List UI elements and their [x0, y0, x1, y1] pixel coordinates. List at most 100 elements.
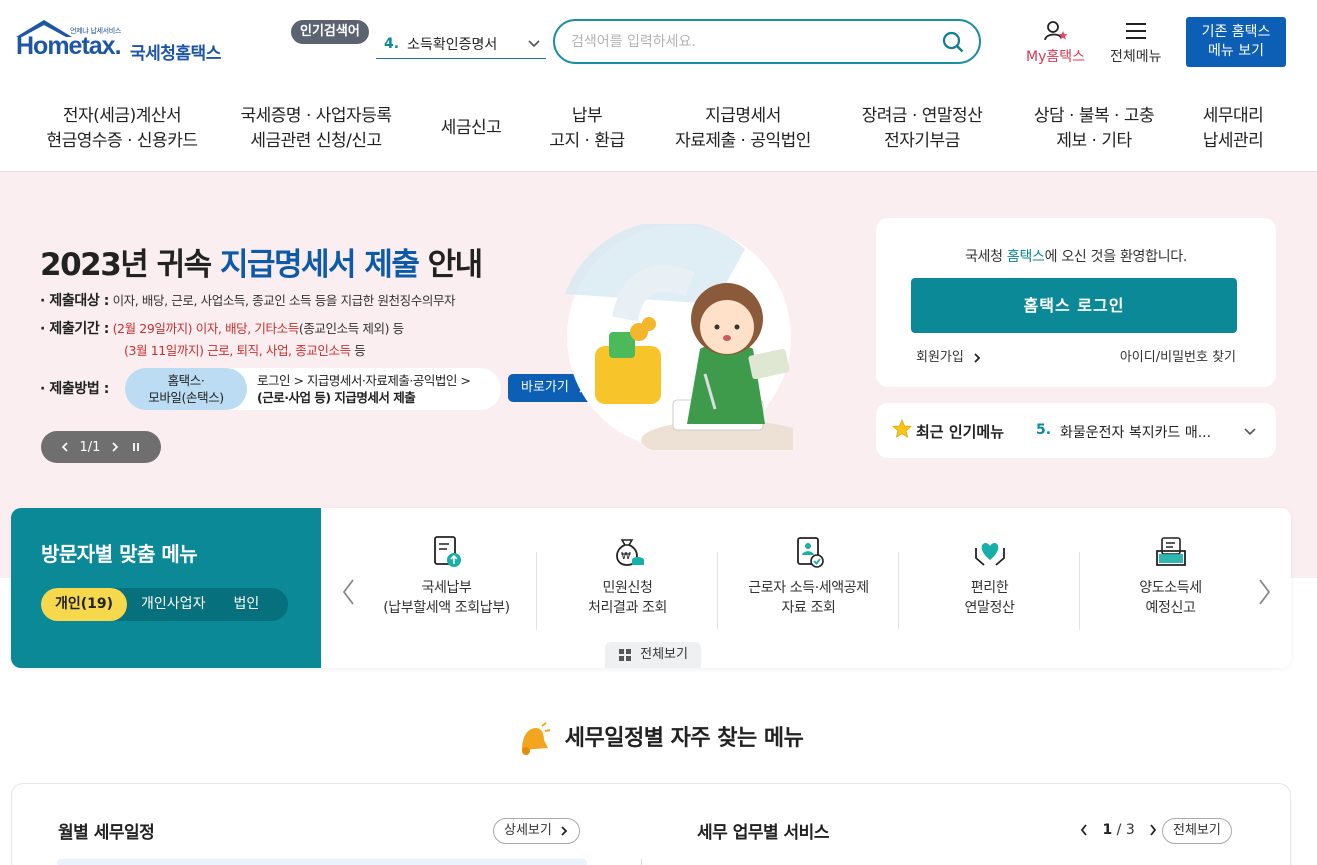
tab-individual[interactable]: 개인(19)	[41, 588, 128, 621]
slider-control: 1/1	[41, 431, 161, 463]
nav-label: 국세증명 · 사업자등록	[240, 106, 392, 126]
folder-document-icon	[1155, 537, 1186, 566]
chevron-down-icon	[528, 40, 540, 48]
nav-label: 납세관리	[1202, 131, 1264, 151]
tab-corporation[interactable]: 법인	[219, 588, 273, 621]
detail-view-button[interactable]: 상세보기	[493, 818, 580, 844]
nav-item-tax-agent[interactable]: 세무대리 납세관리	[1193, 104, 1273, 154]
hero-method-row: · 제출방법 :	[40, 378, 109, 398]
svg-text:₩: ₩	[621, 551, 631, 562]
nav-label: 장려금 · 연말정산	[861, 106, 983, 126]
service-view-all-button[interactable]: 전체보기	[1162, 818, 1232, 844]
heart-hands-icon	[974, 542, 1005, 566]
hamburger-icon	[1125, 23, 1146, 39]
menu-item-label: 예정신고	[1145, 600, 1196, 616]
login-card: 국세청 홈택스에 오신 것을 환영합니다. 홈택스 로그인 회원가입 아이디/비…	[876, 218, 1276, 387]
chevron-right-icon[interactable]	[1147, 823, 1159, 837]
popular-search-tag: 인기검색어	[291, 20, 369, 44]
logo-sub: 국세청홈택스	[130, 44, 221, 64]
visitor-menu-title: 방문자별 맞춤 메뉴	[41, 542, 198, 566]
chevron-right-icon	[974, 352, 981, 363]
chevron-left-icon[interactable]	[1078, 823, 1090, 837]
popular-rank: 4.	[384, 35, 400, 52]
my-hometax-link[interactable]: My홈택스	[1026, 20, 1085, 66]
hero-title-a: 2023년 귀속	[40, 247, 220, 283]
legacy-line2: 메뉴 보기	[1208, 43, 1264, 59]
user-star-icon	[1043, 21, 1067, 41]
hero-title: 2023년 귀속 지급명세서 제출 안내	[40, 239, 483, 284]
pause-icon[interactable]	[130, 441, 142, 453]
nav-label: 고지 · 환급	[549, 131, 625, 151]
service-pager: 1 / 3	[1078, 822, 1159, 838]
chevron-down-icon	[1244, 428, 1256, 436]
period-2-highlight: (3월 11일까지) 근로, 퇴직, 사업, 종교인소득	[124, 343, 351, 358]
visitor-view-all-button[interactable]: 전체보기	[605, 642, 701, 668]
menu-item-label: 편리한	[970, 580, 1009, 596]
method-key: · 제출방법 :	[40, 381, 109, 397]
visitor-menu: 방문자별 맞춤 메뉴 개인(19) 개인사업자 법인 국세납부 (납부할세액 조…	[11, 508, 1291, 668]
nav-label: 현금영수증 · 신용카드	[46, 131, 198, 151]
join-link[interactable]: 회원가입	[916, 346, 982, 365]
pager-current: 1	[1102, 822, 1113, 838]
hero-illustration	[565, 224, 793, 450]
period-key: · 제출기간 :	[40, 321, 109, 337]
menu-item-label: 근로자 소득·세액공제	[748, 580, 869, 596]
nav-label: 세금신고	[440, 118, 502, 138]
pager-total: / 3	[1116, 822, 1135, 838]
menu-item-transfer-income[interactable]: 양도소득세 예정신고	[1080, 534, 1261, 634]
menu-item-year-end[interactable]: 편리한 연말정산	[899, 534, 1080, 634]
nav-item-year-end[interactable]: 장려금 · 연말정산 전자기부금	[850, 104, 994, 154]
my-hometax-label: My홈택스	[1026, 49, 1086, 65]
menu-item-label: 양도소득세	[1139, 580, 1202, 596]
method-pill: 홈택스· 모바일(손택스) 로그인 > 지급명세서·자료제출·공익법인 > (근…	[125, 368, 501, 410]
nav-item-payment[interactable]: 납부 고지 · 환급	[540, 104, 634, 154]
tab-sole-proprietor[interactable]: 개인사업자	[127, 588, 219, 621]
prev-slide-icon[interactable]	[60, 441, 70, 453]
recent-item: 화물운전자 복지카드 매...	[1060, 425, 1212, 441]
divider	[641, 859, 642, 865]
nav-label: 자료제출 · 공익법인	[675, 131, 811, 151]
find-account-link[interactable]: 아이디/비밀번호 찾기	[1120, 346, 1236, 365]
nav-label: 제보 · 기타	[1056, 131, 1132, 151]
money-bag-icon: ₩	[615, 539, 644, 566]
logo-brand: Hometax.	[16, 32, 122, 60]
menu-item-label: 국세납부	[421, 580, 472, 596]
all-menu-button[interactable]: 전체메뉴	[1110, 20, 1162, 66]
section-title-text: 세무일정별 자주 찾는 메뉴	[564, 726, 804, 751]
nav-item-certificate[interactable]: 국세증명 · 사업자등록 세금관련 신청/신고	[230, 104, 402, 154]
hometax-logo[interactable]: 언제냐 납세서비스 Hometax. 국세청홈택스	[14, 17, 229, 69]
header: 언제냐 납세서비스 Hometax. 국세청홈택스 인기검색어 4. 소득확인증…	[0, 0, 1317, 86]
popular-search-select[interactable]: 4. 소득확인증명서	[376, 29, 546, 59]
legacy-menu-button[interactable]: 기존 홈택스 메뉴 보기	[1186, 17, 1286, 67]
search-icon[interactable]	[941, 30, 965, 54]
menu-item-label: 연말정산	[964, 600, 1015, 616]
schedule-section-title: 세무일정별 자주 찾는 메뉴	[0, 720, 1317, 756]
next-slide-icon[interactable]	[110, 441, 120, 453]
nav-item-tax-filing[interactable]: 세금신고	[430, 116, 512, 141]
visitor-menu-header: 방문자별 맞춤 메뉴 개인(19) 개인사업자 법인	[11, 508, 321, 668]
method-path: 로그인 > 지급명세서·자료제출·공익법인 > (근로·사업 등) 지급명세서 …	[257, 372, 471, 406]
nav-label: 전자(세금)계산서	[62, 106, 182, 126]
hero-title-highlight: 지급명세서 제출	[219, 247, 420, 283]
service-title: 세무 업무별 서비스	[697, 823, 829, 843]
menu-item-tax-payment[interactable]: 국세납부 (납부할세액 조회납부)	[356, 534, 537, 634]
monthly-schedule-title: 월별 세무일정	[58, 823, 155, 843]
chevron-right-icon	[561, 825, 568, 836]
visitor-menu-items: 국세납부 (납부할세액 조회납부) ₩ 민원신청 처리결과 조회 근로자 소득·…	[356, 534, 1246, 644]
menu-item-label: 처리결과 조회	[588, 600, 667, 616]
welcome-a: 국세청	[964, 249, 1007, 265]
hero-target-row: · 제출대상 : 이자, 배당, 근로, 사업소득, 종교인 소득 등을 지급한…	[40, 290, 456, 310]
target-value: 이자, 배당, 근로, 사업소득, 종교인 소득 등을 지급한 원천징수의무자	[112, 293, 456, 308]
menu-item-worker-deduction[interactable]: 근로자 소득·세액공제 자료 조회	[718, 534, 899, 634]
all-menu-label: 전체메뉴	[1110, 49, 1162, 65]
recent-popular-menu[interactable]: 최근 인기메뉴 5. 화물운전자 복지카드 매...	[876, 403, 1276, 458]
nav-item-e-invoice[interactable]: 전자(세금)계산서 현금영수증 · 신용카드	[34, 104, 210, 154]
schedule-strip	[57, 859, 587, 865]
nav-item-payment-statement[interactable]: 지급명세서 자료제출 · 공익법인	[668, 104, 818, 154]
search-input[interactable]	[571, 31, 931, 53]
bell-icon	[521, 722, 550, 755]
login-button[interactable]: 홈택스 로그인	[911, 278, 1237, 333]
menu-item-civil-request[interactable]: ₩ 민원신청 처리결과 조회	[537, 534, 718, 634]
nav-item-consult[interactable]: 상담 · 불복 · 고충 제보 · 기타	[1022, 104, 1166, 154]
target-key: · 제출대상 :	[40, 293, 109, 309]
